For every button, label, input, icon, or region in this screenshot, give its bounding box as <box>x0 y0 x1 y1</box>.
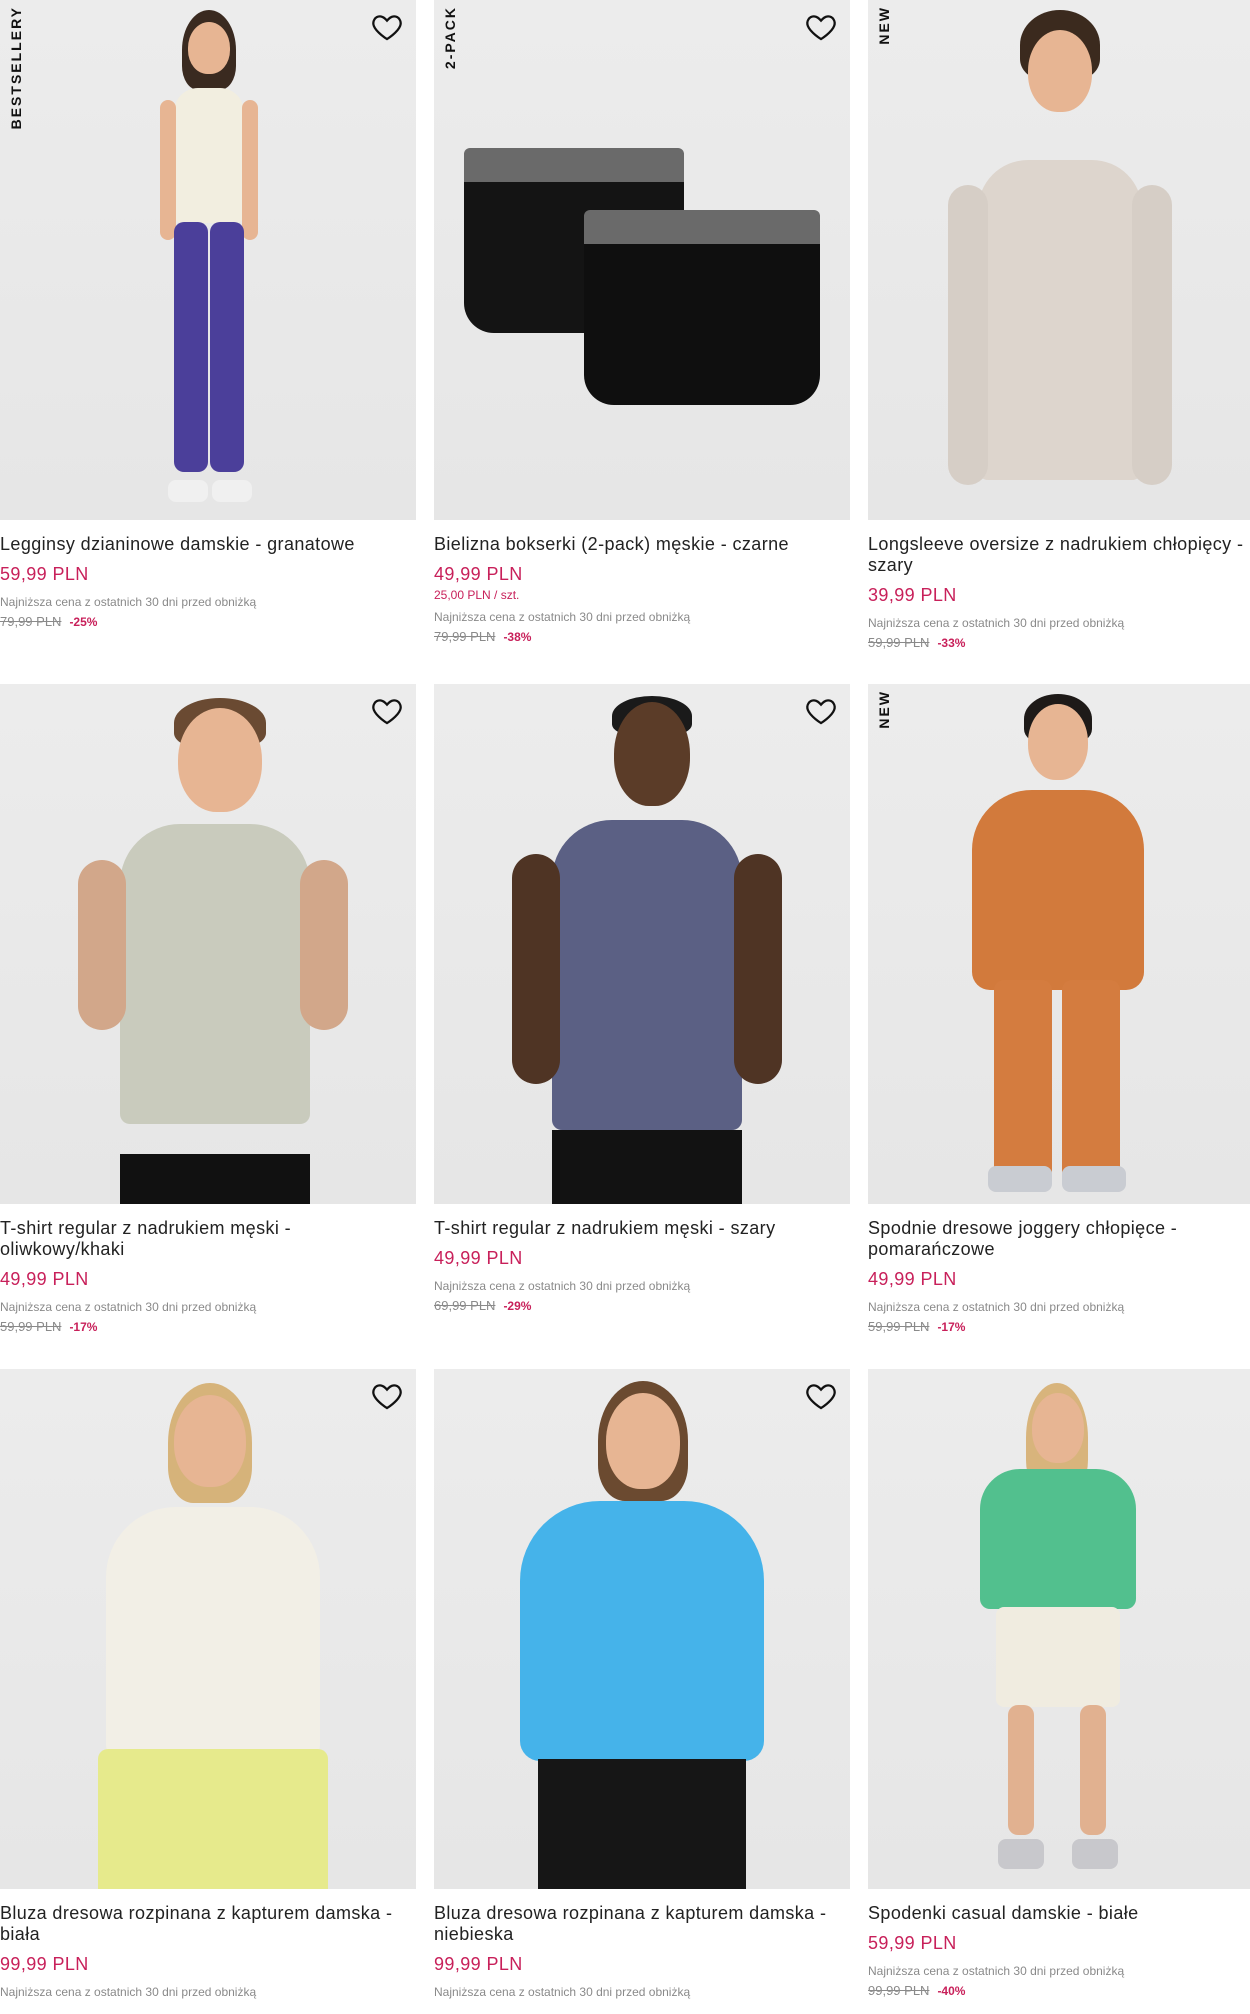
lowest-price-label: Najniższa cena z ostatnich 30 dni przed … <box>868 1964 1125 1978</box>
product-title[interactable]: Bielizna bokserki (2-pack) męskie - czar… <box>434 534 850 555</box>
wishlist-heart-icon[interactable] <box>370 10 404 44</box>
product-image[interactable] <box>868 1369 1250 1889</box>
discount-badge: -17% <box>69 1320 98 1334</box>
discount-badge: -29% <box>503 1299 532 1313</box>
product-price: 59,99 PLN <box>0 564 89 584</box>
product-image[interactable]: 2-PACK <box>434 0 850 520</box>
wishlist-heart-icon[interactable] <box>804 694 838 728</box>
wishlist-heart-icon[interactable] <box>370 694 404 728</box>
product-badge: NEW <box>876 690 892 729</box>
unit-price: 25,00 PLN / szt. <box>434 588 520 602</box>
product-title[interactable]: Leggins​y dzianinowe damskie - granatowe <box>0 534 416 555</box>
product-price: 99,99 PLN <box>434 1954 523 1974</box>
product-title[interactable]: Longsleeve oversize z nadrukiem chłopięc… <box>868 534 1250 576</box>
product-card[interactable]: NEW Longsleeve oversize z nadrukiem chło… <box>868 0 1250 650</box>
wishlist-heart-icon[interactable] <box>804 10 838 44</box>
lowest-price-label: Najniższa cena z ostatnich 30 dni przed … <box>0 595 257 609</box>
lowest-price-label: Najniższa cena z ostatnich 30 dni przed … <box>434 1279 691 1293</box>
product-badge: NEW <box>876 6 892 45</box>
product-title[interactable]: Spodnie dresowe joggery chłopięce - poma… <box>868 1218 1250 1260</box>
lowest-price-label: Najniższa cena z ostatnich 30 dni przed … <box>434 610 691 624</box>
product-price: 59,99 PLN <box>868 1933 957 1953</box>
product-card[interactable]: 2-PACK Bielizna bokserki (2-pack) męskie… <box>434 0 850 644</box>
product-card[interactable]: Spodenki casual damskie - białe 59,99 PL… <box>868 1369 1250 1998</box>
wishlist-heart-icon[interactable] <box>804 1379 838 1413</box>
product-title[interactable]: Bluza dresowa rozpinana z kapturem damsk… <box>434 1903 850 1945</box>
discount-badge: -40% <box>937 1984 966 1998</box>
discount-badge: -38% <box>503 630 532 644</box>
product-card[interactable]: NEW Spodnie dresowe joggery chłopięce - … <box>868 684 1250 1334</box>
product-image[interactable]: NEW <box>868 0 1250 520</box>
product-price: 49,99 PLN <box>434 1248 523 1268</box>
lowest-price-label: Najniższa cena z ostatnich 30 dni przed … <box>434 1985 691 1999</box>
product-title[interactable]: T-shirt regular z nadrukiem męski - szar… <box>434 1218 850 1239</box>
model-figure <box>78 684 348 1204</box>
product-title[interactable]: T-shirt regular z nadrukiem męski - oliw… <box>0 1218 416 1260</box>
product-title[interactable]: Bluza dresowa rozpinana z kapturem damsk… <box>0 1903 416 1945</box>
product-badge: BESTSELLERY <box>8 6 24 130</box>
model-figure <box>138 0 278 520</box>
product-card[interactable]: T-shirt regular z nadrukiem męski - oliw… <box>0 684 416 1334</box>
model-figure <box>958 684 1158 1204</box>
model-figure <box>502 1369 782 1889</box>
product-card[interactable]: T-shirt regular z nadrukiem męski - szar… <box>434 684 850 1313</box>
product-card[interactable]: BESTSELLERY Leggins​y dzianinowe damskie… <box>0 0 416 629</box>
product-card[interactable]: Bluza dresowa rozpinana z kapturem damsk… <box>434 1369 850 1999</box>
product-price: 99,99 PLN <box>0 1954 89 1974</box>
product-price: 39,99 PLN <box>868 585 957 605</box>
product-card[interactable]: Bluza dresowa rozpinana z kapturem damsk… <box>0 1369 416 1999</box>
discount-badge: -25% <box>69 615 98 629</box>
product-image[interactable] <box>434 1369 850 1889</box>
wishlist-heart-icon[interactable] <box>370 1379 404 1413</box>
product-price: 49,99 PLN <box>434 564 523 584</box>
lowest-price-label: Najniższa cena z ostatnich 30 dni przed … <box>0 1300 257 1314</box>
lowest-price-label: Najniższa cena z ostatnich 30 dni przed … <box>0 1985 257 1999</box>
product-badge: 2-PACK <box>442 6 458 70</box>
old-price: 79,99 PLN <box>0 614 62 629</box>
product-image[interactable] <box>0 684 416 1204</box>
product-image[interactable]: NEW <box>868 684 1250 1204</box>
model-figure <box>948 0 1172 520</box>
old-price: 59,99 PLN <box>868 635 930 650</box>
old-price: 79,99 PLN <box>434 629 496 644</box>
old-price: 59,99 PLN <box>868 1319 930 1334</box>
discount-badge: -17% <box>937 1320 966 1334</box>
product-image[interactable] <box>434 684 850 1204</box>
old-price: 59,99 PLN <box>0 1319 62 1334</box>
model-figure <box>512 684 782 1204</box>
lowest-price-label: Najniższa cena z ostatnich 30 dni przed … <box>868 1300 1125 1314</box>
product-image[interactable]: BESTSELLERY <box>0 0 416 520</box>
product-price: 49,99 PLN <box>0 1269 89 1289</box>
lowest-price-label: Najniższa cena z ostatnich 30 dni przed … <box>868 616 1125 630</box>
old-price: 99,99 PLN <box>868 1983 930 1998</box>
product-price: 49,99 PLN <box>868 1269 957 1289</box>
model-figure <box>78 1369 338 1889</box>
discount-badge: -33% <box>937 636 966 650</box>
old-price: 69,99 PLN <box>434 1298 496 1313</box>
model-figure <box>968 1369 1148 1889</box>
product-title[interactable]: Spodenki casual damskie - białe <box>868 1903 1250 1924</box>
boxers-illustration <box>584 210 820 405</box>
product-image[interactable] <box>0 1369 416 1889</box>
